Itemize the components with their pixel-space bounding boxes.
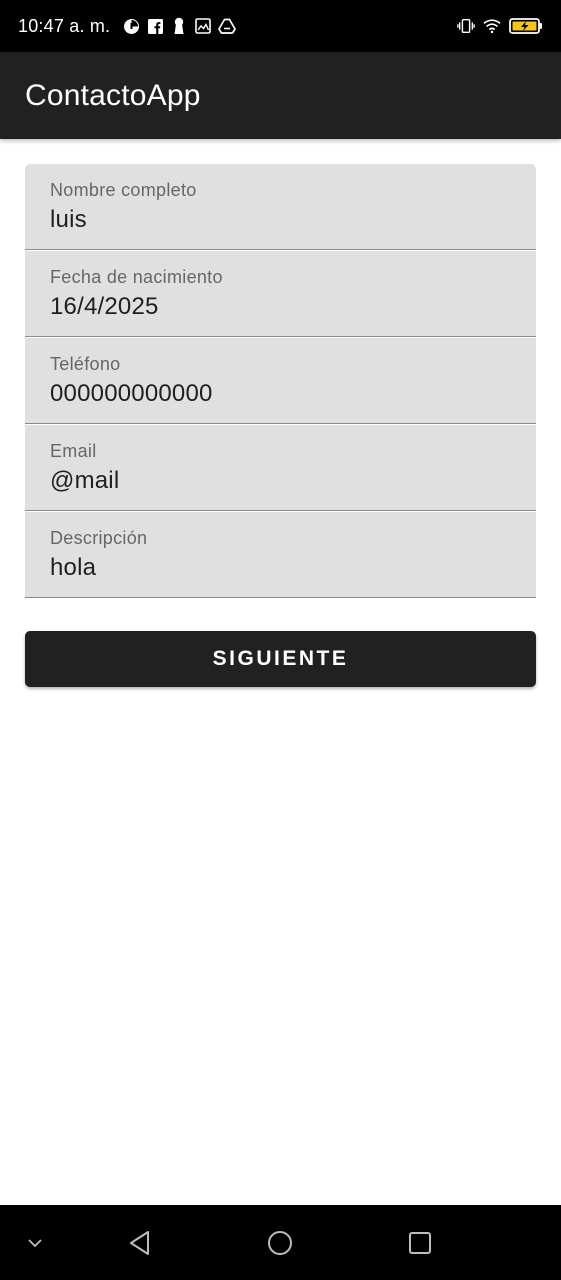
description-input[interactable]: hola [50,554,96,582]
keyhole-icon [170,17,188,35]
app-title: ContactoApp [25,78,201,112]
chevron-down-icon[interactable] [15,1223,55,1263]
battery-charging-icon [509,17,543,35]
contacto-screen: 10:47 a. m. ContactoApp Nombre completo … [0,0,561,1280]
contact-form: Nombre completo luis Fecha de nacimiento… [25,164,536,599]
drive-icon [218,17,237,35]
birth-date-label: Fecha de nacimiento [50,267,223,287]
system-nav-bar [0,1205,561,1280]
email-input[interactable]: @mail [50,467,119,495]
email-label: Email [50,441,97,461]
notification-icons [122,17,237,35]
back-icon[interactable] [120,1223,160,1263]
birth-date-field[interactable]: Fecha de nacimiento 16/4/2025 [25,251,536,337]
phone-field[interactable]: Teléfono 000000000000 [25,338,536,424]
email-field[interactable]: Email @mail [25,425,536,511]
description-field[interactable]: Descripción hola [25,512,536,598]
full-name-field[interactable]: Nombre completo luis [25,164,536,250]
full-name-input[interactable]: luis [50,206,87,234]
home-icon[interactable] [260,1223,300,1263]
status-right [457,17,543,35]
wifi-icon [483,17,501,35]
status-time: 10:47 a. m. [18,15,111,36]
facebook-icon [146,17,164,35]
full-name-label: Nombre completo [50,180,197,200]
description-label: Descripción [50,528,148,548]
birth-date-input[interactable]: 16/4/2025 [50,293,159,321]
recents-icon[interactable] [400,1223,440,1263]
next-button[interactable]: SIGUIENTE [25,631,536,687]
phone-label: Teléfono [50,354,121,374]
app-bar: ContactoApp [0,52,561,139]
phone-input[interactable]: 000000000000 [50,380,213,408]
timer-icon [122,17,140,35]
gallery-icon [194,17,212,35]
vibrate-icon [457,17,475,35]
status-left: 10:47 a. m. [18,15,237,37]
status-bar: 10:47 a. m. [0,0,561,52]
